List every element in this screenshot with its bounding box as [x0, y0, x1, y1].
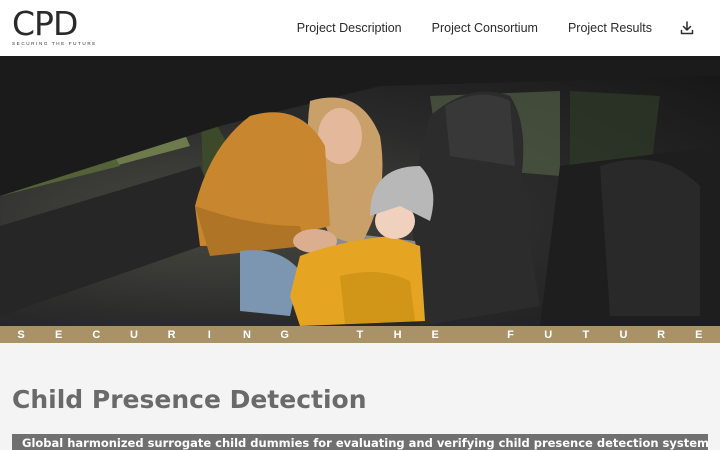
nav-project-consortium[interactable]: Project Consortium — [432, 21, 538, 35]
page-subtitle: Global harmonized surrogate child dummie… — [22, 436, 708, 450]
download-icon[interactable] — [680, 21, 694, 35]
site-header: CPD SECURING THE FUTURE Project Descript… — [0, 0, 720, 56]
strip-letter: U — [129, 328, 138, 341]
hero-illustration — [0, 56, 720, 326]
nav-project-results[interactable]: Project Results — [568, 21, 652, 35]
cpd-logo[interactable]: CPD SECURING THE FUTURE — [12, 4, 97, 47]
strip-letter: E — [431, 328, 439, 341]
strip-letter: R — [657, 328, 666, 341]
main-nav: Project Description Project Consortium P… — [297, 0, 720, 56]
strip-letter: C — [92, 328, 101, 341]
page-title: Child Presence Detection — [12, 385, 367, 414]
strip-letter: R — [167, 328, 176, 341]
strip-letter: H — [393, 328, 402, 341]
strip-letter: G — [280, 328, 289, 341]
hero-image — [0, 56, 720, 326]
strip-letter: E — [695, 328, 703, 341]
tagline-strip: S E C U R I N G T H E F U T U R E — [0, 326, 720, 343]
strip-letter: U — [619, 328, 628, 341]
strip-letter: N — [242, 328, 251, 341]
subtitle-bar: Global harmonized surrogate child dummie… — [12, 434, 708, 450]
strip-letter: S — [17, 328, 25, 341]
strip-letter: T — [582, 328, 590, 341]
logo-mark: CPD — [12, 4, 78, 43]
strip-letter: F — [507, 328, 514, 341]
nav-project-description[interactable]: Project Description — [297, 21, 402, 35]
strip-letter: T — [356, 328, 364, 341]
logo-tagline: SECURING THE FUTURE — [12, 41, 97, 46]
strip-letter: I — [207, 328, 211, 341]
strip-letter: E — [54, 328, 63, 341]
strip-letter: U — [544, 328, 553, 341]
